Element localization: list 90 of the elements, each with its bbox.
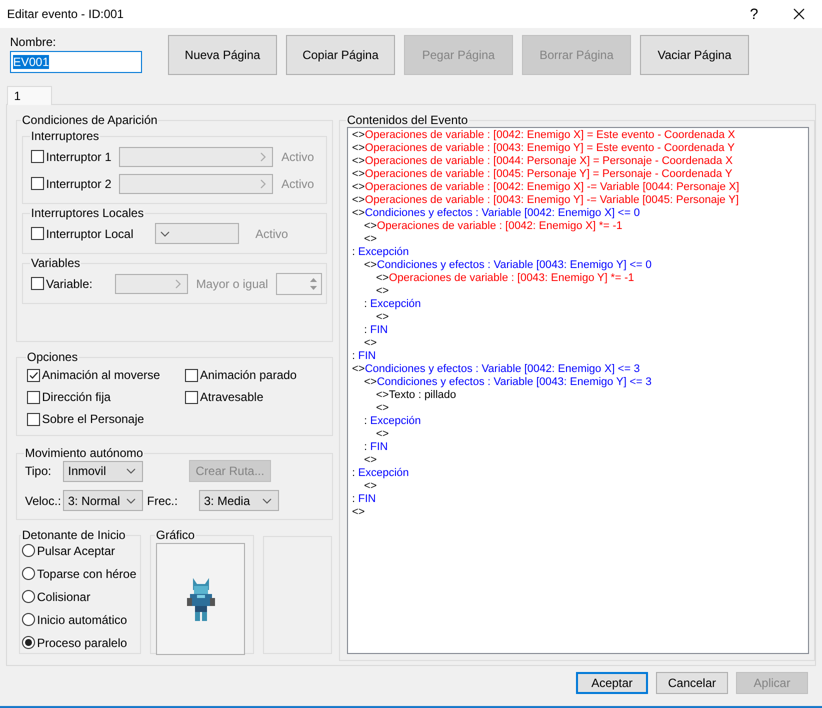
spin-down-icon [310,286,317,290]
group-title: Opciones [26,350,79,364]
checkbox[interactable]: Interruptor Local [31,226,134,240]
group-title: Interruptores Locales [30,206,145,220]
status-label: Activo [255,226,288,240]
spin-up-icon [310,278,317,282]
variable-selector[interactable] [115,274,188,294]
group-title: Gráfico [155,528,196,542]
event-command[interactable]: : FIN [364,441,808,454]
graphic-preview[interactable] [156,543,245,655]
event-command[interactable]: <>Texto : pillado [376,389,808,402]
event-command[interactable]: <> [352,506,808,519]
event-command[interactable]: <>Operaciones de variable : [0042: Enemigo X] *= -1 [364,220,808,233]
status-label: Activo [281,176,314,190]
comparison-label: Mayor o igual [196,276,268,290]
checkbox[interactable]: Variable: [31,276,107,290]
switch-selector[interactable] [119,146,274,166]
group-title: Detonante de Inicio [21,528,126,542]
chevron-down-icon [262,498,272,504]
event-command[interactable]: <>Operaciones de variable : [0042: Enemigo X] -= Variable [0044: Personaje X] [352,181,808,194]
event-command[interactable]: <>Operaciones de variable : [0043: Enemigo Y] *= -1 [376,272,808,285]
chevron-down-icon [126,498,136,504]
page-button[interactable]: Vaciar Página [640,35,749,75]
event-command[interactable]: <>Operaciones de variable : [0044: Personaje X] = Personaje - Coordenada X [352,155,808,168]
group-title: Condiciones de Aparición [21,113,158,127]
name-label: Nombre: [10,35,58,49]
event-command[interactable]: : FIN [352,350,808,363]
local-switch-dropdown[interactable] [155,223,240,244]
value-spinbox[interactable] [276,272,322,294]
close-icon [793,8,805,20]
event-command[interactable]: <> [364,337,808,350]
type-label: Tipo: [25,464,52,478]
event-command[interactable]: : FIN [352,493,808,506]
event-command[interactable]: <>Condiciones y efectos : Variable [0042: Enemigo X] <= 0 [352,207,808,220]
type-dropdown[interactable]: Inmovil [63,460,143,482]
frequency-label: Frec.: [147,494,179,508]
window-title: Editar evento - ID:001 [7,7,124,21]
page-tab[interactable]: 1 [7,86,52,105]
trigger-radio[interactable]: Proceso paralelo [22,634,138,651]
checkbox[interactable]: Animación parado [185,368,327,382]
chevron-down-icon [126,468,136,474]
group-title: Interruptores [30,129,100,143]
checkbox[interactable]: Sobre el Personaje [27,412,185,426]
dialog-button[interactable]: Aceptar [576,672,648,694]
group-title: Variables [30,256,82,270]
chevron-down-icon [160,230,170,236]
event-command[interactable]: <>Operaciones de variable : [0043: Enemigo Y] = Este evento - Coordenada Y [352,142,808,155]
event-command[interactable]: <>Operaciones de variable : [0045: Personaje Y] = Personaje - Coordenada Y [352,168,808,181]
event-command[interactable]: <>Condiciones y efectos : Variable [0042: Enemigo X] <= 3 [352,363,808,376]
event-command[interactable]: <> [376,402,808,415]
event-command[interactable]: <> [376,285,808,298]
event-command[interactable]: <>Condiciones y efectos : Variable [0043: Enemigo Y] <= 0 [364,259,808,272]
event-command[interactable]: : Excepción [364,415,808,428]
page-button[interactable]: Copiar Página [286,35,395,75]
trigger-radio[interactable]: Pulsar Aceptar [22,542,138,559]
checkbox[interactable]: Animación al moverse [27,368,185,382]
event-command[interactable]: <>Condiciones y efectos : Variable [0043: Enemigo Y] <= 3 [364,376,808,389]
chevron-right-icon [175,278,182,288]
event-command[interactable]: : Excepción [352,246,808,259]
trigger-radio[interactable]: Inicio automático [22,611,138,628]
event-command[interactable]: <> [364,480,808,493]
group-title: Contenidos del Evento [346,113,469,127]
group-title: Movimiento autónomo [24,446,144,460]
chevron-right-icon [260,178,266,188]
speed-dropdown[interactable]: 3: Normal [63,490,143,511]
speed-label: Veloc.: [25,494,59,508]
trigger-radio[interactable]: Toparse con héroe [22,565,138,582]
name-field[interactable]: EV001 [10,51,142,73]
help-button[interactable]: ? [732,0,776,28]
event-command[interactable]: : FIN [364,324,808,337]
page-button[interactable]: Nueva Página [168,35,277,75]
event-command[interactable]: <> [376,428,808,441]
chevron-right-icon [260,152,266,162]
status-label: Activo [281,150,314,164]
event-command[interactable]: <>Operaciones de variable : [0042: Enemigo X] = Este evento - Coordenada X [352,129,808,142]
frequency-dropdown[interactable]: 3: Media [199,490,279,511]
checkbox[interactable]: Interruptor 1 [31,150,112,164]
event-command[interactable]: <> [364,233,808,246]
check-icon [28,370,39,380]
checkbox[interactable]: Atravesable [185,390,327,404]
event-command[interactable]: <> [364,454,808,467]
event-command[interactable]: : Excepción [364,298,808,311]
checkbox[interactable]: Interruptor 2 [31,176,112,190]
trigger-radio[interactable]: Colisionar [22,588,138,605]
event-command[interactable]: <>Operaciones de variable : [0043: Enemigo Y] -= Variable [0045: Personaje Y] [352,194,808,207]
dialog-button[interactable]: Cancelar [656,672,728,694]
checkbox[interactable]: Dirección fija [27,390,185,404]
event-command[interactable]: : Excepción [352,467,808,480]
event-command[interactable]: <> [376,311,808,324]
switch-selector[interactable] [119,174,274,194]
